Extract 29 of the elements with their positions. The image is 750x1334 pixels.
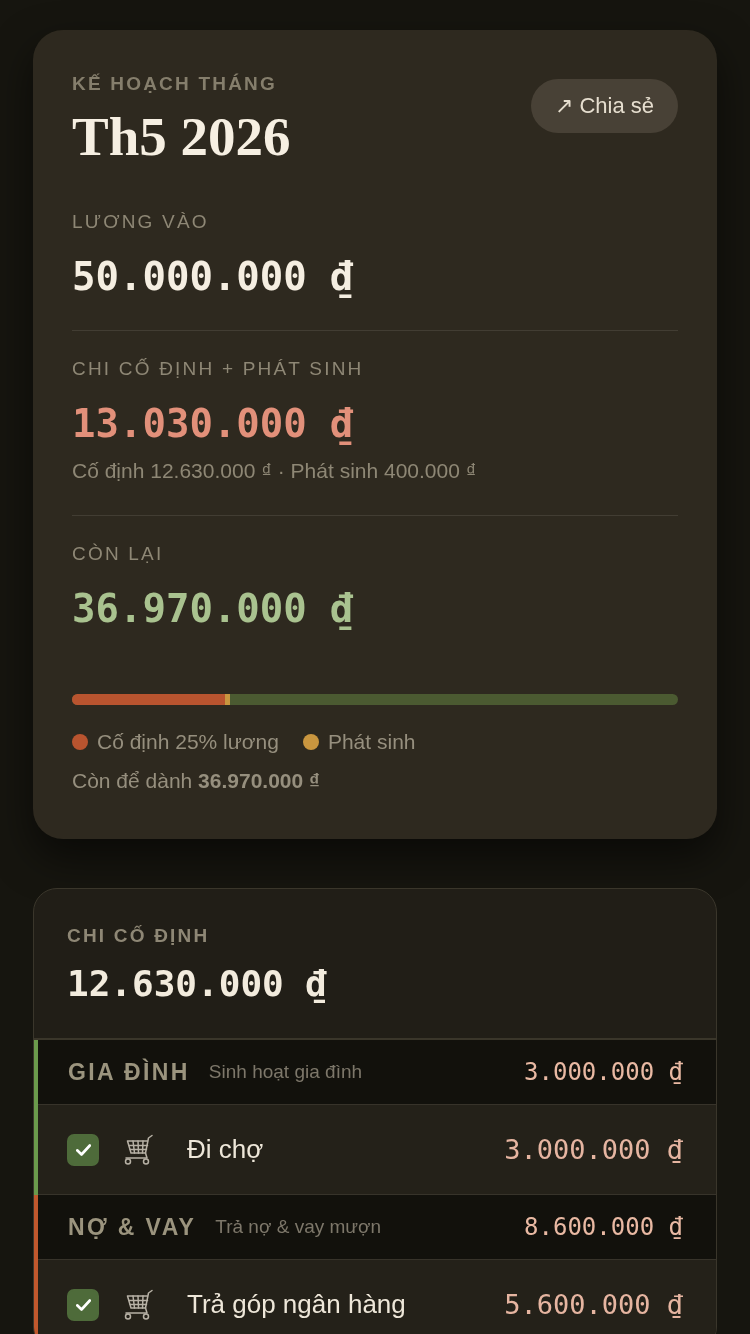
stat-label: LƯƠNG VÀO [72,210,210,234]
share-button[interactable]: ↗ Chia sẻ [531,79,678,133]
group-description: Trả nợ & vay mượn [215,1216,382,1238]
checkmark-icon [75,1143,91,1156]
section-label: CHI CỐ ĐỊNH [67,924,211,948]
savings-note: Còn để dành 36.970.000 ₫ [72,768,321,794]
month-title: Th5 2026 [72,109,291,165]
expense-name: Trả góp ngân hàng [187,1289,406,1320]
expense-amount: 3.000.000 ₫ [504,1134,683,1165]
group-total-amount: 8.600.000 ₫ [524,1213,683,1241]
stat-label: CÒN LẠI [72,542,165,566]
checkbox[interactable] [67,1288,99,1321]
checkbox[interactable] [67,1133,99,1166]
group-name: GIA ĐÌNH [68,1058,190,1086]
stat-amount: 13.030.000 ₫ [72,401,355,447]
stat-note: Cố định 12.630.000 ₫ · Phát sinh 400.000 ₫ [72,458,478,484]
group-description: Sinh hoạt gia đình [208,1061,363,1083]
group-total-amount: 3.000.000 ₫ [524,1058,683,1086]
legend-label: Phát sinh [327,729,416,755]
expense-name: Đi chợ [187,1134,264,1165]
expense-amount: 5.600.000 ₫ [504,1289,683,1320]
group-name: NỢ & VAY [68,1213,197,1241]
legend-label: Cố định 25% lương [97,729,279,755]
stat-amount: 50.000.000 ₫ [72,254,355,300]
section-label: KẾ HOẠCH THÁNG [72,72,278,96]
stat-label: CHI CỐ ĐỊNH + PHÁT SINH [72,357,365,381]
stat-amount: 36.970.000 ₫ [72,586,355,632]
fixed-total-amount: 12.630.000 ₫ [67,962,329,1006]
checkmark-icon [75,1298,91,1311]
